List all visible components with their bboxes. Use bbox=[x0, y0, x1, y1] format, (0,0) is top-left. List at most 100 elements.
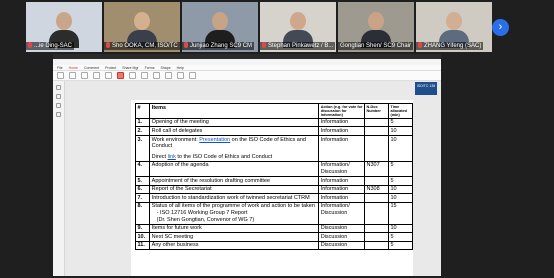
meeting-window: ...ie Ding-SAC Sho OOKA, CM, ISO/TC 135 Ju… bbox=[0, 0, 554, 278]
agenda-num: 3. bbox=[134, 135, 151, 162]
agenda-ndoc bbox=[364, 201, 389, 225]
agenda-item: Introduction to standardization work of … bbox=[149, 193, 320, 203]
agenda-item: Adoption of the agenda bbox=[149, 160, 320, 178]
header-ndoc: N-Doc Number bbox=[364, 103, 389, 119]
participant-name-text: Sho OOKA, CM, ISO/TC 135 bbox=[112, 43, 180, 49]
presentation-link[interactable]: Presentation bbox=[199, 137, 230, 143]
agenda-ndoc: N307 bbox=[364, 160, 389, 178]
agenda-item-text: Direct bbox=[151, 153, 168, 160]
agenda-num: 8. bbox=[134, 201, 151, 225]
agenda-row: 8. Status of all items of the programme o… bbox=[134, 201, 414, 225]
menu-item[interactable]: Protect bbox=[105, 65, 116, 70]
menu-item[interactable]: Comment bbox=[84, 65, 99, 70]
agenda-item-line: Work environment: Presentation on the IS… bbox=[152, 137, 317, 150]
agenda-action: Information bbox=[318, 184, 365, 195]
mic-muted-icon bbox=[418, 42, 422, 48]
participant-face bbox=[446, 12, 462, 30]
print-icon[interactable] bbox=[189, 72, 196, 79]
agenda-num: 4. bbox=[134, 160, 151, 178]
menu-item[interactable]: Shape bbox=[161, 65, 171, 70]
header-num: # bbox=[134, 103, 151, 119]
bookmarks-icon[interactable] bbox=[56, 94, 61, 99]
highlight-icon[interactable] bbox=[117, 72, 124, 79]
chevron-right-icon: › bbox=[498, 21, 503, 33]
mic-muted-icon bbox=[262, 42, 266, 48]
stamp-icon[interactable] bbox=[165, 72, 172, 79]
page-view-icon[interactable] bbox=[141, 72, 148, 79]
agenda-row: 3. Work environment: Presentation on the … bbox=[134, 135, 414, 162]
participant-name-text: ZHANG Yifeng (SAC) bbox=[424, 43, 482, 49]
agenda-action: Discussion bbox=[318, 232, 365, 242]
logo-text: ISO/TC 135 bbox=[416, 84, 436, 88]
participant-name: Stephan Pinkawetz / B... bbox=[260, 42, 336, 50]
agenda-num: 5. bbox=[134, 176, 151, 186]
agenda-item-text: Appointment of the resolution drafting c… bbox=[151, 177, 270, 184]
edit-text-icon[interactable] bbox=[81, 72, 88, 79]
mic-muted-icon bbox=[28, 42, 32, 48]
mic-muted-icon bbox=[184, 42, 188, 48]
agenda-action: Information/ Discussion bbox=[318, 201, 365, 225]
menu-item[interactable]: File bbox=[57, 65, 63, 70]
agenda-time: 10 bbox=[387, 184, 414, 195]
agenda-action: Discussion bbox=[318, 223, 365, 234]
agenda-num: 6. bbox=[134, 184, 151, 195]
select-tool-icon[interactable] bbox=[69, 72, 76, 79]
participant-name: ...ie Ding-SAC bbox=[26, 42, 75, 50]
participant-tile[interactable]: Stephan Pinkawetz / B... bbox=[260, 2, 336, 52]
agenda-item-text: Status of all items of the programme of … bbox=[151, 203, 315, 210]
menu-item[interactable]: Home bbox=[69, 65, 78, 70]
hand-tool-icon[interactable] bbox=[57, 72, 64, 79]
agenda-action: Information/ Discussion bbox=[318, 160, 365, 178]
agenda-table: # Items Action (e.g. for vote for discus… bbox=[134, 103, 414, 251]
agenda-row: 6. Report of the Secretariat Information N3… bbox=[134, 184, 414, 195]
header-time: Time allocated (min) bbox=[387, 103, 414, 119]
participant-tile[interactable]: Sho OOKA, CM, ISO/TC 135 bbox=[104, 2, 180, 52]
agenda-row: 9. Items for future work Discussion 10 bbox=[134, 223, 414, 234]
participant-tile[interactable]: ...ie Ding-SAC bbox=[26, 2, 102, 52]
agenda-header-row: # Items Action (e.g. for vote for discus… bbox=[134, 103, 414, 119]
agenda-item: Items for future work bbox=[149, 223, 320, 234]
document-sidebar bbox=[53, 81, 65, 276]
agenda-num: 2. bbox=[134, 126, 151, 137]
agenda-time: 5 bbox=[387, 160, 414, 178]
agenda-time: 10 bbox=[387, 126, 414, 137]
rotate-icon[interactable] bbox=[129, 72, 136, 79]
agenda-time: 15 bbox=[387, 201, 414, 225]
share-icon[interactable] bbox=[177, 72, 184, 79]
agenda-row: 5. Appointment of the resolution drafting… bbox=[134, 176, 414, 186]
menu-item[interactable]: Forms bbox=[145, 65, 155, 70]
participant-name: Sho OOKA, CM, ISO/TC 135 bbox=[104, 42, 180, 50]
participant-tile[interactable]: ZHANG Yifeng (SAC) bbox=[416, 2, 492, 52]
agenda-time: 10 bbox=[387, 193, 414, 203]
menu-item[interactable]: Share Mgr bbox=[122, 65, 138, 70]
zoom-in-icon[interactable] bbox=[93, 72, 100, 79]
agenda-ndoc bbox=[364, 135, 389, 162]
attachments-icon[interactable] bbox=[56, 103, 61, 108]
agenda-time: 5 bbox=[387, 232, 414, 242]
agenda-time: 5 bbox=[387, 176, 414, 186]
agenda-ndoc bbox=[364, 240, 389, 251]
code-of-ethics-link[interactable]: link bbox=[168, 154, 176, 160]
agenda-item: Report of the Secretariat bbox=[149, 184, 320, 195]
menu-item[interactable]: Help bbox=[177, 65, 184, 70]
zoom-out-icon[interactable] bbox=[105, 72, 112, 79]
agenda-action: Information bbox=[318, 193, 365, 203]
agenda-ndoc bbox=[364, 126, 389, 137]
agenda-row: 2. Roll call of delegates Information 10 bbox=[134, 126, 414, 137]
participant-tile[interactable]: Junjiao Zhang SC9 CM bbox=[182, 2, 258, 52]
agenda-num: 10. bbox=[134, 232, 151, 242]
participant-tile[interactable]: Gongtian Shen/ SC9 Chair bbox=[338, 2, 414, 52]
agenda-time: 5 bbox=[387, 117, 414, 128]
agenda-time: 10 bbox=[387, 135, 414, 162]
agenda-item: Status of all items of the programme of … bbox=[149, 201, 320, 225]
participant-face bbox=[368, 12, 384, 30]
participant-name-text: Gongtian Shen/ SC9 Chair bbox=[340, 43, 412, 49]
thumbnails-icon[interactable] bbox=[56, 85, 61, 90]
next-participants-button[interactable]: › bbox=[492, 19, 509, 36]
comment-icon[interactable] bbox=[153, 72, 160, 79]
agenda-action: Information bbox=[318, 126, 365, 137]
search-icon[interactable] bbox=[56, 112, 61, 117]
header-action: Action (e.g. for vote for discussion for… bbox=[318, 103, 365, 119]
agenda-row: 4. Adoption of the agenda Information/ Dis… bbox=[134, 160, 414, 178]
agenda-num: 11. bbox=[134, 240, 151, 251]
